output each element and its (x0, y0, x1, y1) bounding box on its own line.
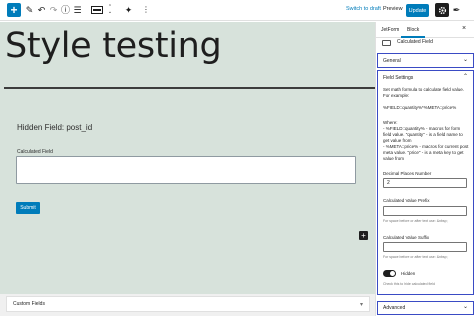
sidebar-tabs: JetForm Block × (376, 22, 474, 38)
redo-icon[interactable]: ↷ (49, 3, 58, 17)
page-title[interactable]: Style testing (5, 26, 222, 66)
calculated-field-icon (382, 40, 391, 46)
title-divider (4, 87, 375, 89)
block-card-title: Calculated Field (397, 39, 433, 45)
caret-down-icon[interactable]: ▾ (360, 301, 363, 308)
chevron-down-icon[interactable]: ⌄ (463, 303, 468, 310)
submit-button[interactable]: Submit (16, 202, 40, 214)
tab-block[interactable]: Block (407, 27, 419, 33)
switch-to-draft-link[interactable]: Switch to draft (346, 6, 381, 12)
block-type-icon[interactable] (90, 3, 104, 17)
tools-icon[interactable]: ✦ (124, 3, 133, 17)
more-options-icon[interactable]: ⋮ (142, 3, 150, 17)
pencil-icon[interactable]: ✎ (25, 3, 34, 17)
inline-add-block-button[interactable]: + (359, 231, 368, 240)
chevron-down-icon[interactable]: ⌄ (463, 56, 468, 63)
advanced-panel[interactable]: Advanced ⌄ (377, 301, 474, 315)
formula-line-2: - %META::price% - macros for current pos… (383, 144, 469, 161)
hidden-field-block[interactable]: Hidden Field: post_id (17, 123, 92, 132)
settings-button[interactable] (435, 3, 449, 17)
value-suffix-input[interactable] (383, 242, 467, 252)
plus-icon: + (10, 3, 18, 17)
hidden-toggle[interactable] (383, 270, 396, 277)
add-block-button[interactable]: + (7, 3, 21, 17)
customizer-icon[interactable]: ✒ (452, 3, 461, 17)
general-panel-title: General (383, 58, 401, 64)
tab-jetform[interactable]: JetForm (381, 27, 399, 33)
calculated-field-block[interactable] (16, 156, 356, 184)
formula-line-1: - %FIELD::quantity% - macros for form fi… (383, 126, 463, 143)
field-settings-panel: Field Settings ⌃ Set math formula to cal… (377, 70, 474, 295)
advanced-panel-title: Advanced (383, 305, 406, 311)
undo-icon[interactable]: ↶ (37, 3, 46, 17)
calculated-field-label: Calculated Field (17, 149, 53, 155)
general-panel[interactable]: General ⌄ (377, 53, 474, 68)
hidden-toggle-label: Hidden (401, 271, 416, 276)
active-tab-indicator (401, 36, 425, 38)
field-settings-title[interactable]: Field Settings (383, 75, 413, 81)
list-view-icon[interactable]: ☰ (73, 3, 82, 17)
decimal-places-input[interactable]: 2 (383, 178, 467, 188)
update-button[interactable]: Update (406, 4, 429, 17)
value-suffix-label: Calculated Value Suffix (383, 235, 430, 240)
toggle-knob (390, 271, 395, 276)
value-prefix-label: Calculated Value Prefix (383, 198, 430, 203)
formula-intro: Set math formula to calculate field valu… (383, 87, 465, 98)
close-icon[interactable]: × (462, 25, 466, 32)
hidden-toggle-help: Check this to hide calculated field (383, 282, 435, 286)
custom-fields-label: Custom Fields (13, 301, 45, 307)
info-icon[interactable]: ⓘ (61, 3, 70, 17)
editor-toolbar: + ✎ ↶ ↷ ⓘ ☰ ⌃ ⌄ ✦ ⋮ Switch to draft Previ… (0, 0, 474, 21)
preview-button[interactable]: Preview (383, 6, 403, 12)
formula-example: %FIELD::quantity%*%META::price% (383, 105, 457, 110)
value-prefix-help: For space before or after text use: &nbs… (383, 219, 448, 223)
custom-fields-panel[interactable]: Custom Fields ▾ (6, 296, 370, 312)
value-suffix-help: For space before or after text use: &nbs… (383, 255, 448, 259)
decimal-places-label: Decimal Places Number (383, 171, 432, 176)
chevron-up-icon[interactable]: ⌃ (463, 73, 468, 80)
move-arrows-icon[interactable]: ⌃ ⌄ (106, 3, 114, 17)
gear-icon (438, 6, 446, 14)
value-prefix-input[interactable] (383, 206, 467, 216)
settings-sidebar: JetForm Block × Calculated Field General… (375, 22, 474, 316)
